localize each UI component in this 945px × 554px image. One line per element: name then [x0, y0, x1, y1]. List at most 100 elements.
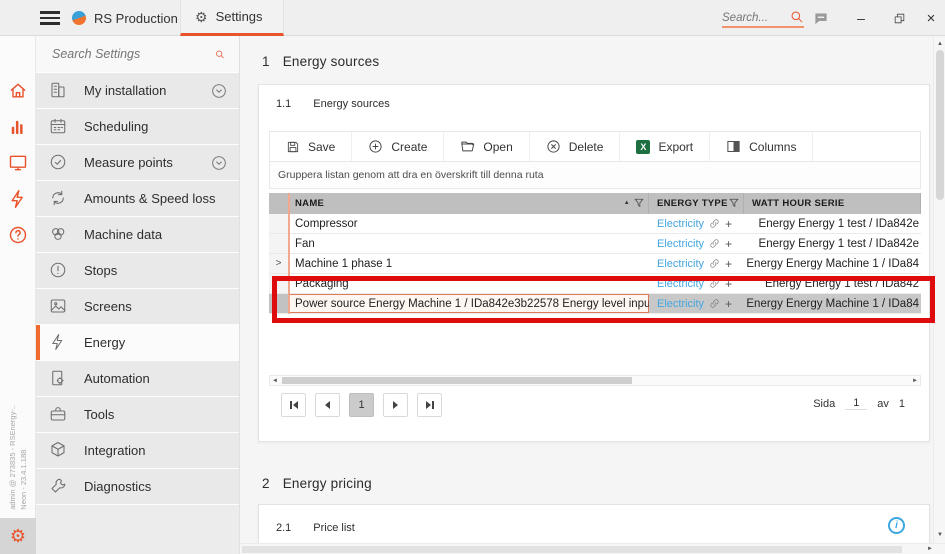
- watt-hour-serie-link[interactable]: Energy Energy 1 test / IDa842e: [744, 214, 921, 233]
- link-icon[interactable]: [709, 278, 720, 289]
- sidebar-item-automation[interactable]: Automation: [36, 361, 239, 397]
- sidebar-item-stops[interactable]: Stops: [36, 253, 239, 289]
- chevron-down-icon[interactable]: [211, 83, 227, 99]
- page-horizontal-scrollbar[interactable]: ►: [240, 543, 945, 554]
- scroll-up-icon[interactable]: ▲: [934, 38, 945, 50]
- global-search-input[interactable]: [722, 12, 784, 24]
- link-icon[interactable]: [709, 258, 720, 269]
- sort-ascending-icon[interactable]: ▲: [624, 200, 630, 206]
- energy-type-link[interactable]: Electricity: [657, 238, 704, 250]
- watt-hour-serie-link[interactable]: Energy Energy 1 test / IDa842: [744, 274, 921, 293]
- tab-rs-production[interactable]: RS Production: [58, 0, 192, 36]
- current-page-button[interactable]: 1: [349, 393, 374, 417]
- minimize-button[interactable]: –: [848, 0, 874, 36]
- first-page-button[interactable]: [281, 393, 306, 417]
- sidebar-item-measure-points[interactable]: Measure points: [36, 145, 239, 181]
- row-expander-icon[interactable]: >: [269, 254, 289, 273]
- name-cell-editing[interactable]: Power source Energy Machine 1 / IDa842e3…: [289, 294, 649, 313]
- add-link-icon[interactable]: +: [725, 237, 732, 251]
- sidebar-item-screens[interactable]: Screens: [36, 289, 239, 325]
- columns-button[interactable]: Columns: [710, 132, 813, 161]
- sidebar-item-machine-data[interactable]: Machine data: [36, 217, 239, 253]
- save-button[interactable]: Save: [270, 132, 352, 161]
- energy-type-link[interactable]: Electricity: [657, 298, 704, 310]
- settings-sidebar: My installation Scheduling Measure point…: [36, 36, 240, 554]
- scroll-right-icon[interactable]: ►: [910, 376, 920, 385]
- sidebar-search-input[interactable]: [52, 47, 215, 61]
- table-row-selected[interactable]: Power source Energy Machine 1 / IDa842e3…: [269, 294, 921, 314]
- watt-hour-serie-link[interactable]: Energy Energy Machine 1 / IDa84: [744, 294, 921, 313]
- search-icon[interactable]: [790, 10, 804, 29]
- export-button[interactable]: X Export: [620, 132, 710, 161]
- column-header-watt-hour-serie[interactable]: WATT HOUR SERIE: [744, 193, 921, 214]
- info-icon[interactable]: i: [888, 517, 905, 534]
- filter-icon[interactable]: [729, 198, 739, 208]
- watt-hour-serie-link[interactable]: Energy Energy 1 test / IDa842e: [744, 234, 921, 253]
- column-header-energy-type[interactable]: ENERGY TYPE: [649, 193, 744, 214]
- scrollbar-thumb[interactable]: [282, 377, 632, 384]
- close-button[interactable]: ×: [918, 0, 944, 36]
- group-by-panel[interactable]: Gruppera listan genom att dra en överskr…: [269, 162, 921, 189]
- page-vertical-scrollbar[interactable]: ▲ ▼: [933, 36, 945, 543]
- settings-gear-button[interactable]: ⚙: [0, 518, 36, 554]
- watt-hour-serie-link[interactable]: Energy Energy Machine 1 / IDa84: [744, 254, 921, 273]
- scroll-right-icon[interactable]: ►: [927, 546, 933, 552]
- table-row[interactable]: > Machine 1 phase 1 Electricity + Energy…: [269, 254, 921, 274]
- bar-chart-icon[interactable]: [8, 117, 28, 137]
- delete-button[interactable]: Delete: [530, 132, 621, 161]
- hamburger-menu-icon[interactable]: [40, 11, 60, 25]
- energy-type-link[interactable]: Electricity: [657, 278, 704, 290]
- energy-type-cell: Electricity +: [649, 294, 744, 313]
- chevron-down-icon[interactable]: [211, 155, 227, 171]
- scrollbar-thumb[interactable]: [936, 50, 944, 200]
- link-icon[interactable]: [709, 218, 720, 229]
- energy-bolt-icon[interactable]: [8, 189, 28, 209]
- gauge-icon: [49, 153, 68, 172]
- scrollbar-thumb[interactable]: [242, 546, 902, 553]
- add-link-icon[interactable]: +: [725, 277, 732, 291]
- filter-icon[interactable]: [634, 198, 644, 208]
- sidebar-item-diagnostics[interactable]: Diagnostics: [36, 469, 239, 505]
- row-expander-cell: [269, 214, 289, 233]
- page-number-input[interactable]: [845, 397, 867, 410]
- create-button[interactable]: Create: [352, 132, 444, 161]
- tab-settings[interactable]: ⚙ Settings: [180, 0, 284, 36]
- table-row[interactable]: Packaging Electricity + Energy Energy 1 …: [269, 274, 921, 294]
- last-page-button[interactable]: [417, 393, 442, 417]
- link-icon[interactable]: [709, 298, 720, 309]
- link-icon[interactable]: [709, 238, 720, 249]
- name-cell[interactable]: Compressor: [289, 214, 649, 233]
- name-cell[interactable]: Machine 1 phase 1: [289, 254, 649, 273]
- monitor-icon[interactable]: [8, 153, 28, 173]
- help-icon[interactable]: [8, 225, 28, 245]
- name-cell[interactable]: Packaging: [289, 274, 649, 293]
- sidebar-item-my-installation[interactable]: My installation: [36, 73, 239, 109]
- add-link-icon[interactable]: +: [725, 257, 732, 271]
- add-link-icon[interactable]: +: [725, 217, 732, 231]
- add-link-icon[interactable]: +: [725, 297, 732, 311]
- previous-page-button[interactable]: [315, 393, 340, 417]
- row-expander-cell: [269, 294, 289, 313]
- table-row[interactable]: Fan Electricity + Energy Energy 1 test /…: [269, 234, 921, 254]
- next-page-button[interactable]: [383, 393, 408, 417]
- home-icon[interactable]: [8, 81, 28, 101]
- pagination-controls: 1: [281, 393, 442, 417]
- sidebar-item-energy[interactable]: Energy: [36, 325, 239, 361]
- restore-button[interactable]: [886, 0, 912, 36]
- table-row[interactable]: Compressor Electricity + Energy Energy 1…: [269, 214, 921, 234]
- energy-type-link[interactable]: Electricity: [657, 258, 704, 270]
- scroll-down-icon[interactable]: ▼: [934, 529, 945, 541]
- scroll-left-icon[interactable]: ◄: [270, 376, 280, 385]
- sidebar-item-tools[interactable]: Tools: [36, 397, 239, 433]
- feedback-chat-icon[interactable]: [808, 0, 834, 36]
- search-icon[interactable]: [215, 47, 225, 62]
- sidebar-item-scheduling[interactable]: Scheduling: [36, 109, 239, 145]
- energy-type-link[interactable]: Electricity: [657, 218, 704, 230]
- installation-icon: [49, 81, 68, 100]
- name-cell[interactable]: Fan: [289, 234, 649, 253]
- column-header-name[interactable]: NAME ▲: [289, 193, 649, 214]
- grid-horizontal-scrollbar[interactable]: ◄ ►: [269, 375, 921, 386]
- open-button[interactable]: Open: [444, 132, 529, 161]
- sidebar-item-integration[interactable]: Integration: [36, 433, 239, 469]
- sidebar-item-amounts-speed-loss[interactable]: Amounts & Speed loss: [36, 181, 239, 217]
